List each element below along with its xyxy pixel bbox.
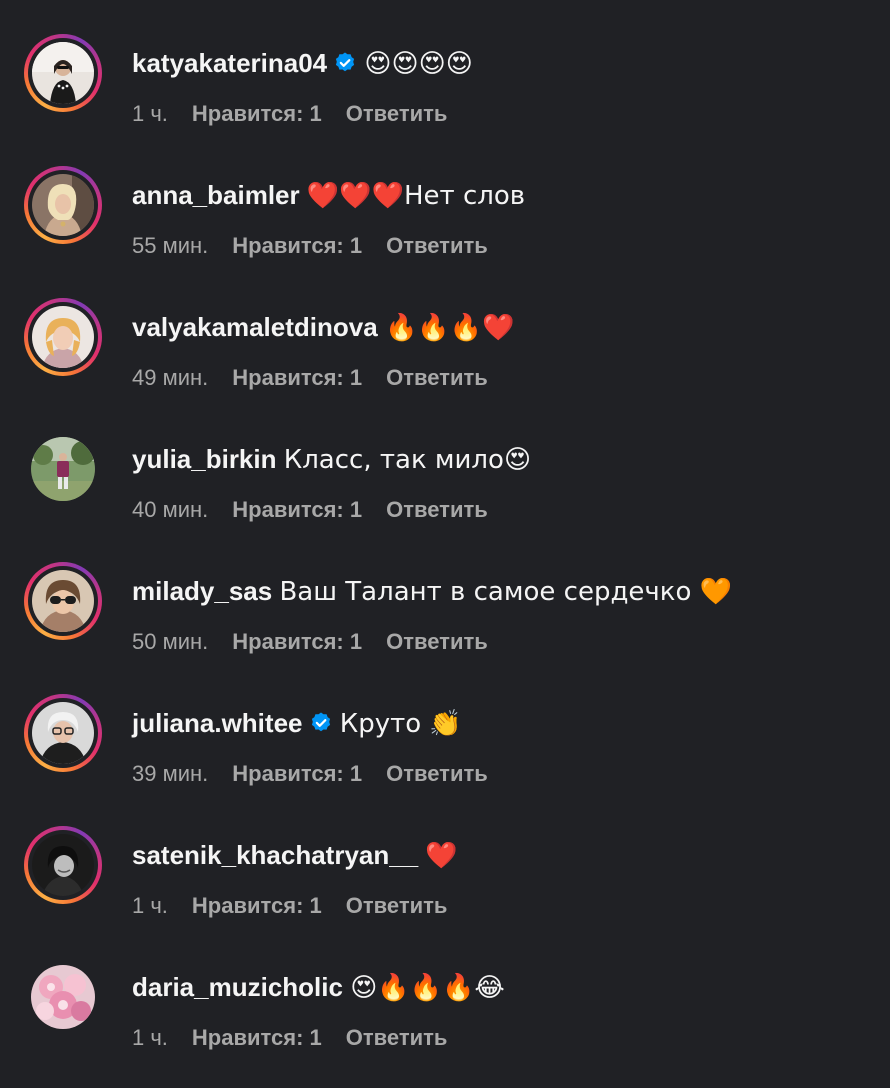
comment-text: 😍🔥🔥🔥😂 (350, 973, 505, 1003)
avatar[interactable] (24, 826, 102, 904)
comment-time[interactable]: 1 ч. (132, 893, 168, 918)
comment-item: valyakamaletdinova 🔥🔥🔥❤️ 49 мин. Нравится… (0, 296, 890, 428)
avatar-image (32, 570, 94, 632)
avatar-image (32, 42, 94, 104)
comment-time[interactable]: 39 мин. (132, 761, 208, 786)
comment-text: Круто 👏 (339, 709, 462, 739)
comment-item: daria_muzicholic 😍🔥🔥🔥😂 1 ч. Нравится: 1 От… (0, 956, 890, 1088)
comment-body: milady_sas Ваш Талант в самое сердечко 🧡 (132, 574, 732, 609)
comment-time[interactable]: 50 мин. (132, 629, 208, 654)
comment-item: satenik_khachatryan__ ❤️ 1 ч. Нравится: 1… (0, 824, 890, 956)
comment-item: yulia_birkin Класс, так мило😍 40 мин. Нра… (0, 428, 890, 560)
comment-meta: 55 мин. Нравится: 1 Ответить (132, 232, 512, 260)
comment-username[interactable]: daria_muzicholic (132, 972, 343, 1002)
comment-username[interactable]: katyakaterina04 (132, 48, 327, 78)
comment-item: juliana.whitee Круто 👏 39 мин. Нравится: … (0, 692, 890, 824)
avatar[interactable] (24, 694, 102, 772)
comment-text: 😍😍😍😍 (364, 49, 473, 79)
reply-button[interactable]: Ответить (386, 365, 488, 390)
reply-button[interactable]: Ответить (386, 629, 488, 654)
comment-text: ❤️ (425, 841, 458, 871)
comment-body: yulia_birkin Класс, так мило😍 (132, 442, 531, 477)
comment-item: anna_baimler ❤️❤️❤️Нет слов 55 мин. Нрави… (0, 164, 890, 296)
avatar-image (31, 965, 95, 1029)
comment-body: daria_muzicholic 😍🔥🔥🔥😂 (132, 970, 505, 1005)
comment-likes[interactable]: Нравится: 1 (192, 893, 322, 918)
comment-text: 🔥🔥🔥❤️ (384, 313, 515, 343)
avatar[interactable] (24, 34, 102, 112)
comment-body: satenik_khachatryan__ ❤️ (132, 838, 458, 873)
comment-likes[interactable]: Нравится: 1 (192, 1025, 322, 1050)
comment-username[interactable]: yulia_birkin (132, 444, 277, 474)
comment-time[interactable]: 1 ч. (132, 1025, 168, 1050)
comment-likes[interactable]: Нравится: 1 (232, 233, 362, 258)
comments-list: katyakaterina04 😍😍😍😍 1 ч. Нравится: 1 Отве… (0, 0, 890, 1058)
reply-button[interactable]: Ответить (386, 497, 488, 522)
comment-time[interactable]: 55 мин. (132, 233, 208, 258)
comment-likes[interactable]: Нравится: 1 (232, 761, 362, 786)
comment-username[interactable]: valyakamaletdinova (132, 312, 378, 342)
verified-badge-icon (309, 711, 333, 735)
comment-text: ❤️❤️❤️Нет слов (306, 181, 526, 211)
avatar[interactable] (24, 958, 102, 1036)
comment-likes[interactable]: Нравится: 1 (232, 365, 362, 390)
comment-meta: 40 мин. Нравится: 1 Ответить (132, 496, 512, 524)
comment-item: milady_sas Ваш Талант в самое сердечко 🧡… (0, 560, 890, 692)
avatar-image (32, 834, 94, 896)
comment-body: juliana.whitee Круто 👏 (132, 706, 462, 741)
comment-body: anna_baimler ❤️❤️❤️Нет слов (132, 178, 525, 213)
reply-button[interactable]: Ответить (346, 1025, 448, 1050)
avatar-image (31, 437, 95, 501)
comment-username[interactable]: anna_baimler (132, 180, 300, 210)
avatar-image (32, 174, 94, 236)
avatar[interactable] (24, 298, 102, 376)
comment-meta: 1 ч. Нравится: 1 Ответить (132, 100, 471, 128)
avatar[interactable] (24, 430, 102, 508)
comment-text: Ваш Талант в самое сердечко 🧡 (279, 577, 733, 607)
comment-body: katyakaterina04 😍😍😍😍 (132, 46, 473, 81)
comment-username[interactable]: satenik_khachatryan__ (132, 840, 418, 870)
comment-likes[interactable]: Нравится: 1 (232, 629, 362, 654)
comment-meta: 50 мин. Нравится: 1 Ответить (132, 628, 512, 656)
comment-body: valyakamaletdinova 🔥🔥🔥❤️ (132, 310, 514, 345)
reply-button[interactable]: Ответить (386, 233, 488, 258)
reply-button[interactable]: Ответить (346, 101, 448, 126)
avatar[interactable] (24, 166, 102, 244)
avatar-image (32, 702, 94, 764)
avatar[interactable] (24, 562, 102, 640)
comment-meta: 1 ч. Нравится: 1 Ответить (132, 892, 471, 920)
comment-meta: 49 мин. Нравится: 1 Ответить (132, 364, 512, 392)
comment-username[interactable]: milady_sas (132, 576, 272, 606)
comment-meta: 39 мин. Нравится: 1 Ответить (132, 760, 512, 788)
reply-button[interactable]: Ответить (346, 893, 448, 918)
comment-username[interactable]: juliana.whitee (132, 708, 303, 738)
comment-time[interactable]: 49 мин. (132, 365, 208, 390)
comment-time[interactable]: 1 ч. (132, 101, 168, 126)
reply-button[interactable]: Ответить (386, 761, 488, 786)
comment-item: katyakaterina04 😍😍😍😍 1 ч. Нравится: 1 Отве… (0, 32, 890, 164)
avatar-image (32, 306, 94, 368)
comment-likes[interactable]: Нравится: 1 (232, 497, 362, 522)
comment-time[interactable]: 40 мин. (132, 497, 208, 522)
comment-text: Класс, так мило😍 (283, 445, 532, 475)
comment-likes[interactable]: Нравится: 1 (192, 101, 322, 126)
verified-badge-icon (333, 51, 357, 75)
comment-meta: 1 ч. Нравится: 1 Ответить (132, 1024, 471, 1052)
